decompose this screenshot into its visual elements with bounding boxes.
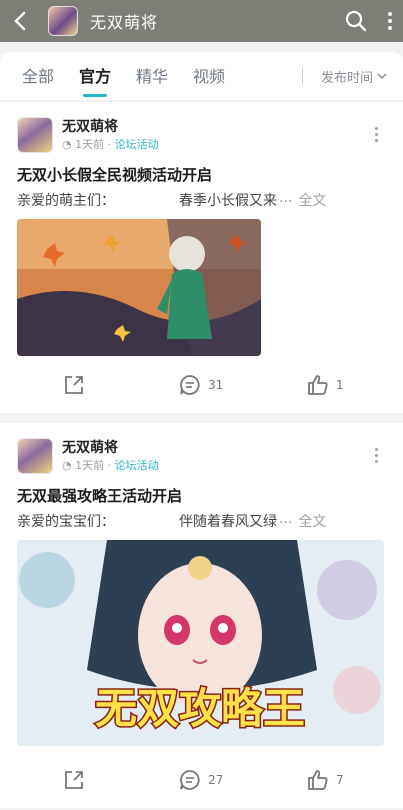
post-card[interactable]: 无双萌将 ◔ 1天前 · 论坛活动 无双小长假全民视频活动开启 亲爱的萌主们： …	[0, 102, 403, 413]
more-menu-button[interactable]	[387, 11, 393, 31]
app-avatar[interactable]	[48, 6, 78, 36]
post-time: 1天前	[75, 459, 105, 472]
post-excerpt[interactable]: 亲爱的宝宝们： 伴随着春风又绿 ... 全文	[17, 511, 387, 531]
sort-label: 发布时间	[320, 70, 373, 86]
clock-icon: ◔	[62, 459, 72, 472]
excerpt-start: 亲爱的宝宝们：	[17, 514, 115, 530]
share-button[interactable]	[62, 373, 86, 397]
excerpt-end: 春季小长假又来	[179, 193, 277, 209]
tab-featured[interactable]: 精华	[133, 63, 171, 89]
read-full-link[interactable]: 全文	[298, 190, 326, 210]
tab-video[interactable]: 视频	[190, 63, 228, 89]
post-actions: 31 1	[0, 359, 403, 413]
post-more-button[interactable]	[375, 124, 379, 145]
comment-button[interactable]: 31	[178, 373, 223, 397]
comment-button[interactable]: 27	[178, 768, 223, 792]
clock-icon: ◔	[62, 138, 72, 151]
comment-icon	[180, 770, 200, 790]
like-button[interactable]: 7	[306, 768, 344, 792]
app-title: 无双萌将	[90, 13, 159, 32]
comment-icon	[180, 375, 200, 395]
comment-count: 27	[208, 773, 224, 787]
meta-dot: ·	[107, 138, 112, 151]
tab-all[interactable]: 全部	[19, 63, 57, 89]
like-count: 1	[336, 378, 344, 392]
post-meta: ◔ 1天前 · 论坛活动	[62, 457, 159, 473]
post-category[interactable]: 论坛活动	[115, 138, 159, 151]
post-title[interactable]: 无双最强攻略王活动开启	[17, 485, 182, 506]
excerpt-start: 亲爱的萌主们：	[17, 193, 115, 209]
post-title[interactable]: 无双小长假全民视频活动开启	[17, 164, 212, 185]
tab-official[interactable]: 官方	[76, 63, 114, 97]
post-meta: ◔ 1天前 · 论坛活动	[62, 136, 159, 152]
post-card[interactable]: 无双萌将 ◔ 1天前 · 论坛活动 无双最强攻略王活动开启 亲爱的宝宝们： 伴随…	[0, 423, 403, 808]
share-button[interactable]	[62, 768, 86, 792]
post-more-button[interactable]	[375, 445, 379, 466]
top-app-bar: 无双萌将	[0, 0, 403, 42]
author-name[interactable]: 无双萌将	[62, 437, 118, 457]
post-time: 1天前	[75, 138, 105, 151]
author-avatar[interactable]	[17, 438, 53, 474]
post-category[interactable]: 论坛活动	[115, 459, 159, 472]
filter-tabs: 全部 官方 精华 视频 发布时间	[0, 52, 403, 100]
thumbs-up-icon	[308, 770, 328, 790]
thumbs-up-icon	[308, 375, 328, 395]
post-actions: 27 7	[0, 754, 403, 808]
post-image[interactable]	[17, 219, 261, 356]
banner-title: 无双攻略王	[95, 684, 305, 733]
back-arrow-icon	[14, 11, 26, 31]
search-button[interactable]	[345, 10, 367, 32]
meta-dot: ·	[107, 459, 112, 472]
read-full-link[interactable]: 全文	[298, 511, 326, 531]
share-icon	[65, 376, 83, 394]
divider	[301, 68, 303, 84]
author-name[interactable]: 无双萌将	[62, 116, 118, 136]
like-count: 7	[336, 773, 344, 787]
sort-dropdown[interactable]: 发布时间	[301, 52, 387, 100]
back-button[interactable]	[0, 0, 40, 42]
share-icon	[65, 771, 83, 789]
excerpt-ellipsis: ...	[279, 511, 293, 527]
like-button[interactable]: 1	[306, 373, 344, 397]
post-image[interactable]: 无双攻略王	[17, 540, 384, 746]
post-excerpt[interactable]: 亲爱的萌主们： 春季小长假又来 ... 全文	[17, 190, 387, 210]
autumn-character-illustration	[17, 219, 261, 356]
search-icon	[345, 10, 367, 32]
comment-count: 31	[208, 378, 224, 392]
excerpt-end: 伴随着春风又绿	[179, 514, 277, 530]
more-vertical-icon	[388, 12, 392, 30]
chevron-down-icon	[377, 73, 387, 80]
author-avatar[interactable]	[17, 117, 53, 153]
strategy-king-banner: 无双攻略王	[17, 540, 384, 746]
excerpt-ellipsis: ...	[279, 190, 293, 206]
